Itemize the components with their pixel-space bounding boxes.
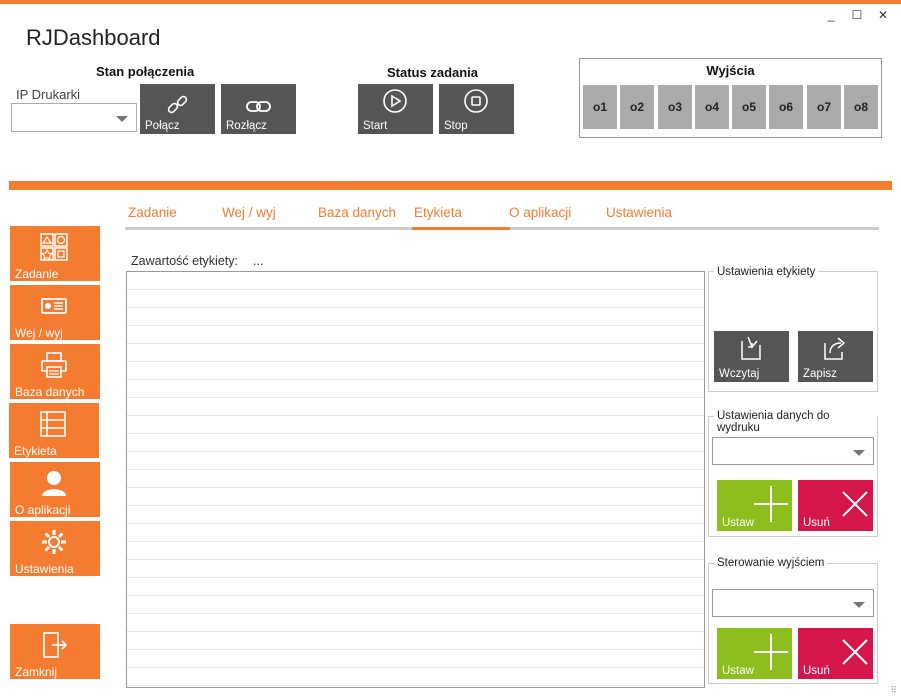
output-button-o6[interactable]: o6	[769, 85, 803, 129]
plus-icon	[754, 634, 788, 670]
print-data-set-button[interactable]: Ustaw	[717, 480, 792, 531]
sidebar-item-baza-danych[interactable]: Baza danych	[10, 344, 100, 399]
connect-label: Połącz	[145, 120, 180, 132]
window-top-accent-bar	[0, 0, 901, 4]
tab-etykieta[interactable]: Etykieta	[414, 205, 462, 220]
share-icon	[824, 337, 846, 360]
chevron-down-icon	[853, 450, 865, 456]
close-window-button[interactable]: ✕	[877, 8, 889, 22]
main-tabs: Zadanie Wej / wyj Baza danych Etykieta O…	[125, 200, 879, 230]
app-title: RJDashboard	[26, 25, 161, 50]
print-data-select[interactable]	[712, 437, 874, 465]
sidebar-item-label: Baza danych	[15, 385, 85, 399]
header-divider	[9, 181, 892, 190]
print-data-set-label: Ustaw	[722, 517, 754, 529]
close-icon	[842, 639, 868, 665]
sidebar-item-label: O aplikacji	[15, 503, 71, 517]
connect-button[interactable]: Połącz	[140, 84, 215, 134]
load-label-button[interactable]: Wczytaj	[714, 331, 789, 382]
sidebar-item-etykieta[interactable]: Etykieta	[9, 403, 99, 458]
output-control-remove-button[interactable]: Usuń	[798, 628, 873, 679]
import-icon	[741, 336, 761, 360]
sidebar-item-ustawienia[interactable]: Ustawienia	[10, 521, 100, 576]
active-tab-indicator	[412, 227, 510, 230]
disconnect-label: Rozłącz	[226, 120, 267, 132]
plus-icon	[754, 486, 788, 522]
sidebar-item-o-aplikacji[interactable]: O aplikacji	[10, 462, 100, 517]
play-icon	[383, 89, 407, 113]
save-label: Zapisz	[803, 368, 837, 380]
output-control-group: Sterowanie wyjściem Ustaw Usuń	[708, 557, 878, 684]
window-controls: _ ☐ ✕	[825, 8, 889, 22]
output-control-select[interactable]	[712, 589, 874, 617]
tab-o-aplikacji[interactable]: O aplikacji	[509, 205, 571, 220]
disconnect-button[interactable]: Rozłącz	[221, 84, 296, 134]
stop-label: Stop	[444, 120, 468, 132]
exit-door-icon	[43, 632, 68, 658]
tab-baza-danych[interactable]: Baza danych	[318, 205, 396, 220]
print-data-remove-label: Usuń	[803, 517, 830, 529]
tab-wej-wyj[interactable]: Wej / wyj	[222, 205, 276, 220]
sidebar-item-zadanie[interactable]: Zadanie	[10, 226, 100, 281]
chain-icon	[246, 101, 271, 112]
output-button-o3[interactable]: o3	[658, 85, 692, 129]
label-content-caption: Zawartość etykiety:	[131, 254, 238, 268]
output-button-o4[interactable]: o4	[695, 85, 729, 129]
load-label: Wczytaj	[719, 368, 760, 380]
task-status-title: Status zadania	[387, 65, 479, 80]
sidebar-item-label: Etykieta	[14, 444, 57, 458]
list-icon	[40, 411, 66, 437]
save-label-button[interactable]: Zapisz	[798, 331, 873, 382]
maximize-button[interactable]: ☐	[851, 8, 863, 22]
outputs-panel: Wyjścia o1 o2 o3 o4 o5 o6 o7 o8	[579, 58, 882, 138]
outputs-title: Wyjścia	[706, 63, 755, 78]
connection-section-title: Stan połączenia	[96, 64, 195, 79]
shapes-icon	[40, 233, 68, 261]
close-icon	[842, 491, 868, 517]
stop-icon	[464, 89, 488, 113]
start-button[interactable]: Start	[358, 84, 433, 134]
output-button-o2[interactable]: o2	[620, 85, 654, 129]
chevron-down-icon	[853, 602, 865, 608]
ip-label: IP Drukarki	[16, 87, 81, 102]
minimize-button[interactable]: _	[825, 8, 837, 22]
label-settings-title: Ustawienia etykiety	[714, 266, 819, 278]
print-data-settings-group: Ustawienia danych do wydruku Ustaw Usuń	[708, 410, 878, 537]
stop-button[interactable]: Stop	[439, 84, 514, 134]
sidebar-close-label: Zamknij	[15, 665, 58, 679]
sidebar-item-label: Wej / wyj	[15, 326, 63, 340]
print-data-settings-title: Ustawienia danych do wydruku	[714, 410, 877, 434]
resize-grip-icon[interactable]: ⠿	[890, 685, 897, 696]
sidebar-item-wej-wyj[interactable]: Wej / wyj	[10, 285, 100, 340]
label-content-value: ...	[253, 254, 264, 268]
start-label: Start	[363, 120, 388, 132]
chevron-down-icon	[116, 116, 128, 122]
link-icon	[167, 95, 188, 114]
sidebar-item-label: Zadanie	[15, 267, 59, 281]
output-button-o8[interactable]: o8	[844, 85, 878, 129]
user-icon	[42, 471, 66, 496]
output-control-set-label: Ustaw	[722, 665, 754, 677]
output-button-o5[interactable]: o5	[732, 85, 766, 129]
tab-zadanie[interactable]: Zadanie	[128, 205, 177, 220]
label-content-list[interactable]	[126, 271, 705, 688]
io-card-icon	[41, 298, 67, 314]
output-button-o1[interactable]: o1	[583, 85, 617, 129]
print-data-remove-button[interactable]: Usuń	[798, 480, 873, 531]
output-control-title: Sterowanie wyjściem	[714, 557, 828, 569]
sidebar-close-button[interactable]: Zamknij	[10, 624, 100, 679]
sidebar-item-label: Ustawienia	[15, 562, 74, 576]
printer-icon	[41, 352, 67, 378]
gear-icon	[42, 530, 66, 554]
output-control-set-button[interactable]: Ustaw	[717, 628, 792, 679]
output-control-remove-label: Usuń	[803, 665, 830, 677]
label-settings-group: Ustawienia etykiety Wczytaj Zapisz	[708, 266, 878, 392]
output-button-o7[interactable]: o7	[807, 85, 841, 129]
ip-printer-select[interactable]	[11, 103, 137, 132]
tab-ustawienia[interactable]: Ustawienia	[606, 205, 672, 220]
